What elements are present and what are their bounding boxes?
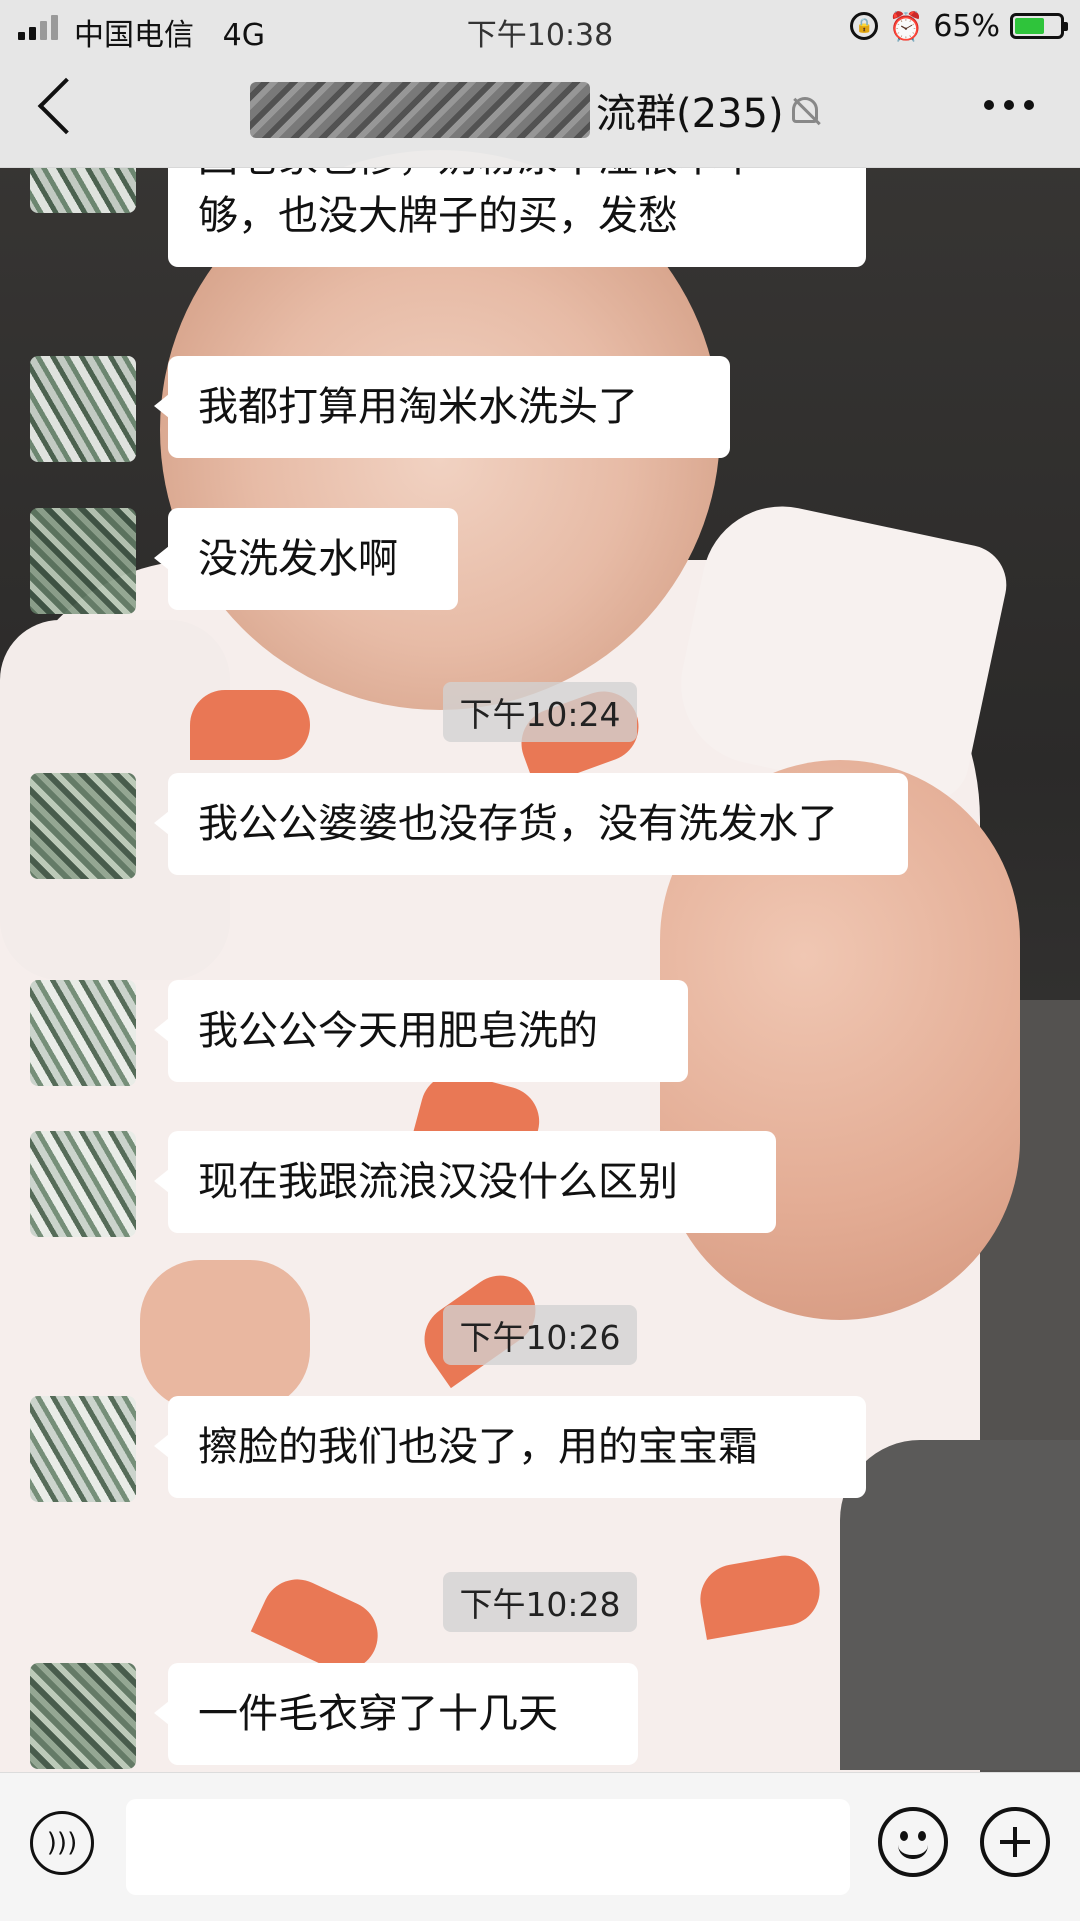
avatar[interactable] bbox=[30, 356, 136, 462]
message-bubble[interactable]: 回老家也惨，奶粉尿不湿根本不够，也没大牌子的买，发愁 bbox=[154, 167, 866, 267]
orientation-lock-icon: 🔒 bbox=[850, 12, 879, 40]
avatar[interactable] bbox=[30, 1131, 136, 1237]
battery-charging-icon bbox=[1010, 13, 1068, 39]
back-chevron-icon[interactable] bbox=[37, 77, 95, 135]
message-bubble[interactable]: 我公公今天用肥皂洗的 bbox=[154, 980, 688, 1082]
avatar[interactable] bbox=[30, 773, 136, 879]
group-title: 流群(235) bbox=[250, 82, 870, 138]
avatar[interactable] bbox=[30, 167, 136, 213]
group-title-text: 流群(235) bbox=[596, 91, 784, 137]
message-bubble[interactable]: 我都打算用淘米水洗头了 bbox=[154, 356, 730, 458]
input-bar: ))) bbox=[0, 1772, 1080, 1921]
time-divider: 下午10:26 bbox=[0, 1305, 1080, 1365]
message-input[interactable] bbox=[126, 1799, 850, 1895]
status-bar: 中国电信 4G 下午10:38 🔒 ⏰ 65% bbox=[0, 0, 1080, 53]
avatar[interactable] bbox=[30, 980, 136, 1086]
message-list[interactable]: 回老家也惨，奶粉尿不湿根本不够，也没大牌子的买，发愁 我都打算用淘米水洗头了 没… bbox=[0, 167, 1080, 1772]
time-label: 下午10:24 bbox=[443, 682, 637, 742]
time-divider: 下午10:28 bbox=[0, 1572, 1080, 1632]
time-label: 下午10:26 bbox=[443, 1305, 637, 1365]
message-bubble[interactable]: 擦脸的我们也没了，用的宝宝霜 bbox=[154, 1396, 866, 1498]
avatar[interactable] bbox=[30, 508, 136, 614]
time-label: 下午10:28 bbox=[443, 1572, 637, 1632]
alarm-icon: ⏰ bbox=[888, 9, 924, 43]
plus-icon[interactable] bbox=[980, 1807, 1050, 1877]
message-bubble[interactable]: 我公公婆婆也没存货，没有洗发水了 bbox=[154, 773, 908, 875]
status-right-group: 🔒 ⏰ 65% bbox=[850, 8, 1068, 44]
avatar[interactable] bbox=[30, 1396, 136, 1502]
avatar[interactable] bbox=[30, 1663, 136, 1769]
voice-icon[interactable]: ))) bbox=[30, 1811, 94, 1875]
chat-header: 流群(235) bbox=[0, 52, 1080, 168]
battery-percent: 65% bbox=[933, 8, 1000, 44]
emoji-icon[interactable] bbox=[878, 1807, 948, 1877]
more-dots-icon[interactable] bbox=[984, 100, 1034, 112]
message-bubble[interactable]: 没洗发水啊 bbox=[154, 508, 458, 610]
redacted-title-part bbox=[250, 82, 590, 138]
mute-bell-icon bbox=[791, 97, 818, 123]
message-bubble[interactable]: 现在我跟流浪汉没什么区别 bbox=[154, 1131, 776, 1233]
message-bubble[interactable]: 一件毛衣穿了十几天 bbox=[154, 1663, 638, 1765]
time-divider: 下午10:24 bbox=[0, 682, 1080, 742]
